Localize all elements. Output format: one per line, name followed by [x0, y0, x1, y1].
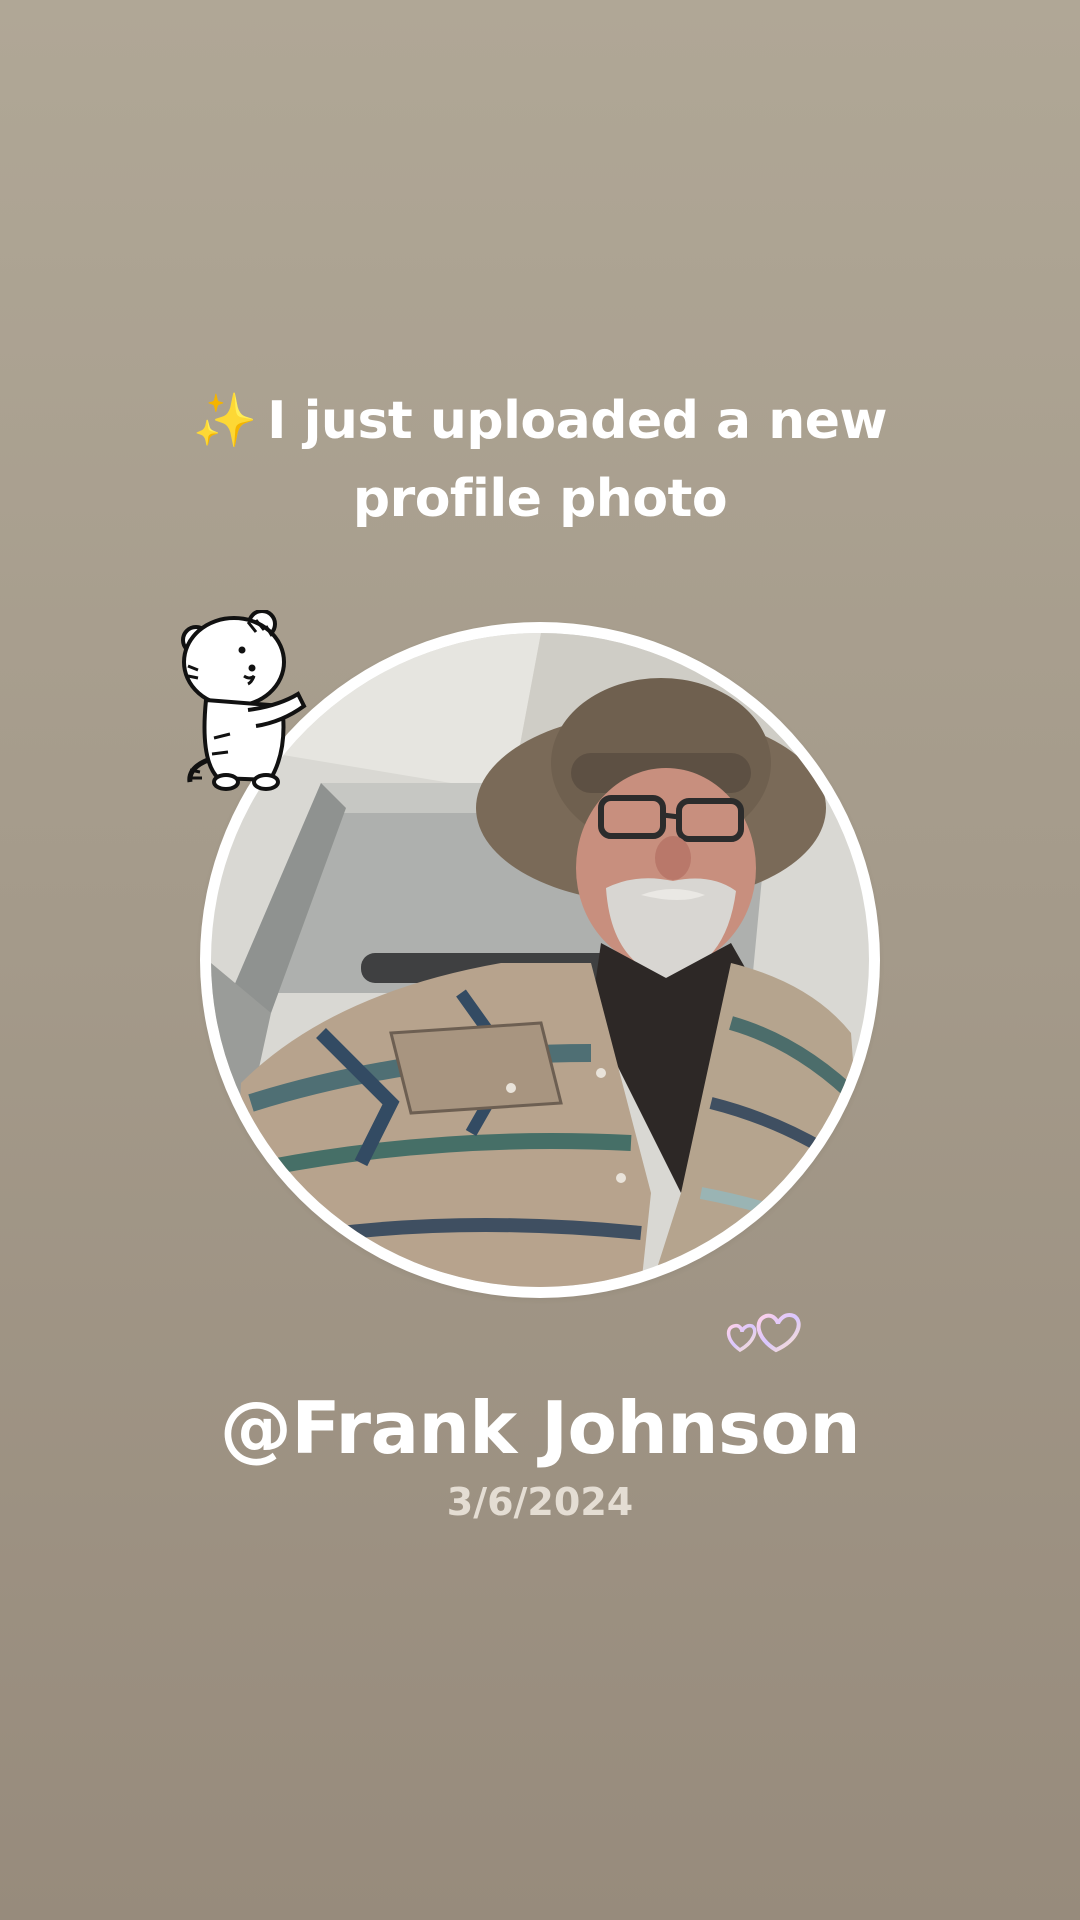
tiger-sticker — [178, 609, 314, 794]
username-label: @Frank Johnson — [219, 1386, 861, 1470]
headline-text-1: I just uploaded a new — [267, 391, 888, 451]
headline-line-1: ✨ I just uploaded a new — [90, 382, 990, 460]
headline-line-2: profile photo — [352, 469, 728, 529]
tiger-icon — [181, 609, 307, 791]
announcement-headline: ✨ I just uploaded a new profile photo — [90, 382, 990, 538]
hearts-icon — [726, 1313, 801, 1353]
post-date: 3/6/2024 — [446, 1480, 634, 1524]
sparkles-icon: ✨ — [192, 391, 258, 451]
hearts-sticker — [724, 1310, 806, 1356]
